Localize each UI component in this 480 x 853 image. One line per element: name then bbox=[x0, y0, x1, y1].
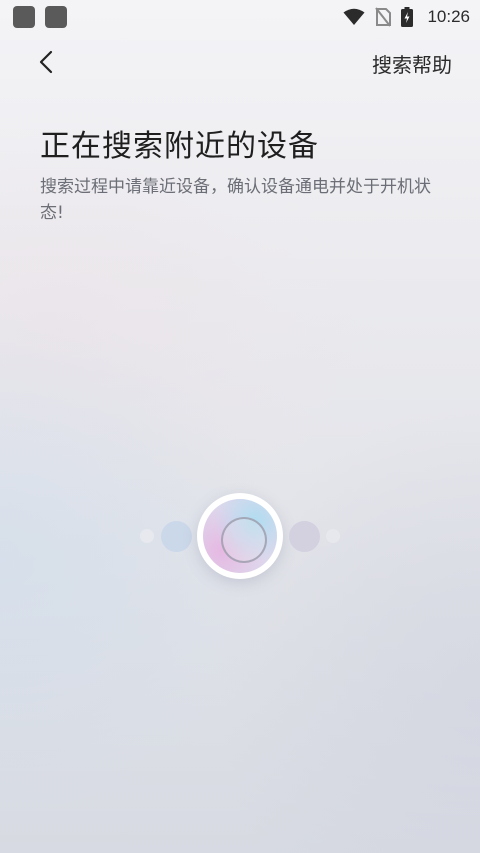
no-sim-icon bbox=[375, 7, 392, 27]
wifi-icon bbox=[343, 8, 365, 25]
scan-dot bbox=[289, 521, 320, 552]
scan-dot bbox=[140, 529, 154, 543]
status-time: 10:26 bbox=[427, 7, 470, 26]
status-bar: 10:26 bbox=[0, 0, 480, 34]
back-button[interactable] bbox=[30, 46, 62, 78]
scanning-orb-icon bbox=[197, 493, 283, 579]
scan-orb-core bbox=[203, 499, 277, 573]
app-notification-icon bbox=[13, 6, 35, 28]
scan-dot bbox=[326, 529, 340, 543]
page-title: 正在搜索附近的设备 bbox=[40, 129, 319, 164]
status-icons: 10:26 bbox=[343, 0, 470, 34]
scan-orb-ring bbox=[221, 517, 267, 563]
search-help-button[interactable]: 搜索帮助 bbox=[372, 49, 452, 78]
scan-dot bbox=[161, 521, 192, 552]
battery-charging-icon bbox=[401, 7, 414, 27]
page-subtitle: 搜索过程中请靠近设备，确认设备通电并处于开机状态! bbox=[40, 177, 431, 223]
app-notification-icon bbox=[45, 6, 67, 28]
chevron-left-icon bbox=[39, 50, 53, 74]
scan-animation bbox=[0, 490, 480, 582]
